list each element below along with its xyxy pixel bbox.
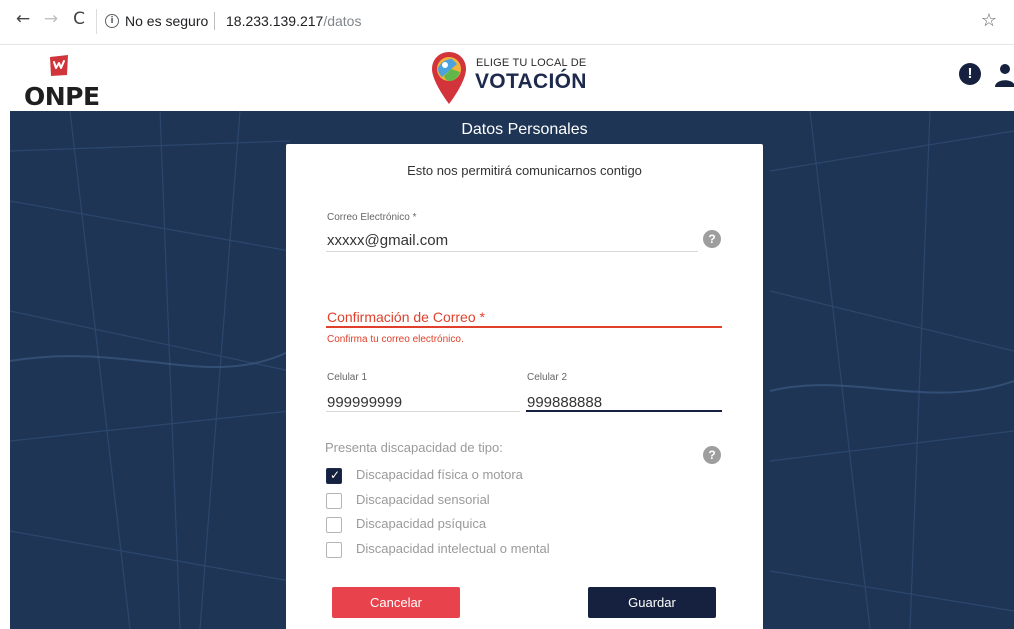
url-path: /datos (323, 13, 362, 29)
disability-help-icon[interactable]: ? (703, 446, 721, 464)
browser-toolbar: ← → C i No es seguro 18.233.139.217/dato… (0, 0, 1014, 44)
page-title: Datos Personales (461, 121, 588, 138)
phone1-underline (326, 411, 520, 412)
email-confirmation-underline (326, 326, 722, 328)
checkbox[interactable]: ✓ (326, 468, 342, 484)
phone2-label: Celular 2 (527, 372, 568, 383)
security-status: No es seguro (125, 13, 209, 29)
app-title-line1: ELIGE TU LOCAL DE (476, 57, 587, 69)
check-icon (327, 541, 343, 557)
checkbox[interactable] (326, 542, 342, 558)
email-field[interactable] (327, 230, 687, 250)
email-help-icon[interactable]: ? (703, 230, 721, 248)
checkbox[interactable] (326, 493, 342, 509)
disability-question: Presenta discapacidad de tipo: (325, 440, 503, 455)
bookmark-star-icon[interactable]: ☆ (981, 10, 997, 31)
location-pin-icon (432, 52, 466, 104)
save-button[interactable]: Guardar (588, 587, 716, 618)
phone2-field[interactable] (527, 392, 717, 412)
disability-option-label: Discapacidad psíquica (356, 516, 487, 531)
email-confirmation-error: Confirma tu correo electrónico. (327, 334, 464, 345)
app-title-line2: VOTACIÓN (475, 70, 587, 93)
url-host: 18.233.139.217/datos (226, 13, 361, 29)
phone1-field[interactable] (327, 392, 517, 412)
user-silhouette-icon (995, 64, 1014, 87)
alert-icon[interactable]: ! (959, 63, 981, 85)
address-separator (214, 12, 215, 30)
url-host-text: 18.233.139.217 (226, 13, 324, 29)
cancel-button[interactable]: Cancelar (332, 587, 460, 618)
onpe-ballot-icon (50, 55, 68, 76)
phone2-underline (526, 410, 722, 412)
disability-option-label: Discapacidad sensorial (356, 492, 490, 507)
reload-icon[interactable]: C (70, 8, 88, 30)
personal-data-form: Esto nos permitirá comunicarnos contigo … (286, 144, 763, 629)
check-icon (327, 516, 343, 532)
address-bar[interactable]: i No es seguro 18.233.139.217/datos ☆ (96, 9, 1005, 34)
phone1-label: Celular 1 (327, 372, 368, 383)
onpe-logo[interactable]: ONPE (24, 51, 100, 111)
checkbox[interactable] (326, 517, 342, 533)
disability-option-label: Discapacidad intelectual o mental (356, 541, 550, 556)
page-margin (0, 111, 10, 629)
disability-option-label: Discapacidad física o motora (356, 467, 523, 482)
check-icon: ✓ (329, 468, 341, 482)
form-subtitle: Esto nos permitirá comunicarnos contigo (407, 163, 642, 178)
info-icon[interactable]: i (105, 14, 119, 28)
back-arrow-icon[interactable]: ← (14, 8, 32, 30)
email-underline (326, 251, 698, 252)
user-icon[interactable] (994, 63, 1014, 87)
email-label: Correo Electrónico * (327, 212, 417, 223)
onpe-wordmark: ONPE (24, 82, 100, 111)
forward-arrow-icon[interactable]: → (42, 8, 60, 30)
check-icon (327, 492, 343, 508)
app-header: ONPE ELIGE TU LOCAL DE VOTACIÓN ! (0, 44, 1014, 112)
